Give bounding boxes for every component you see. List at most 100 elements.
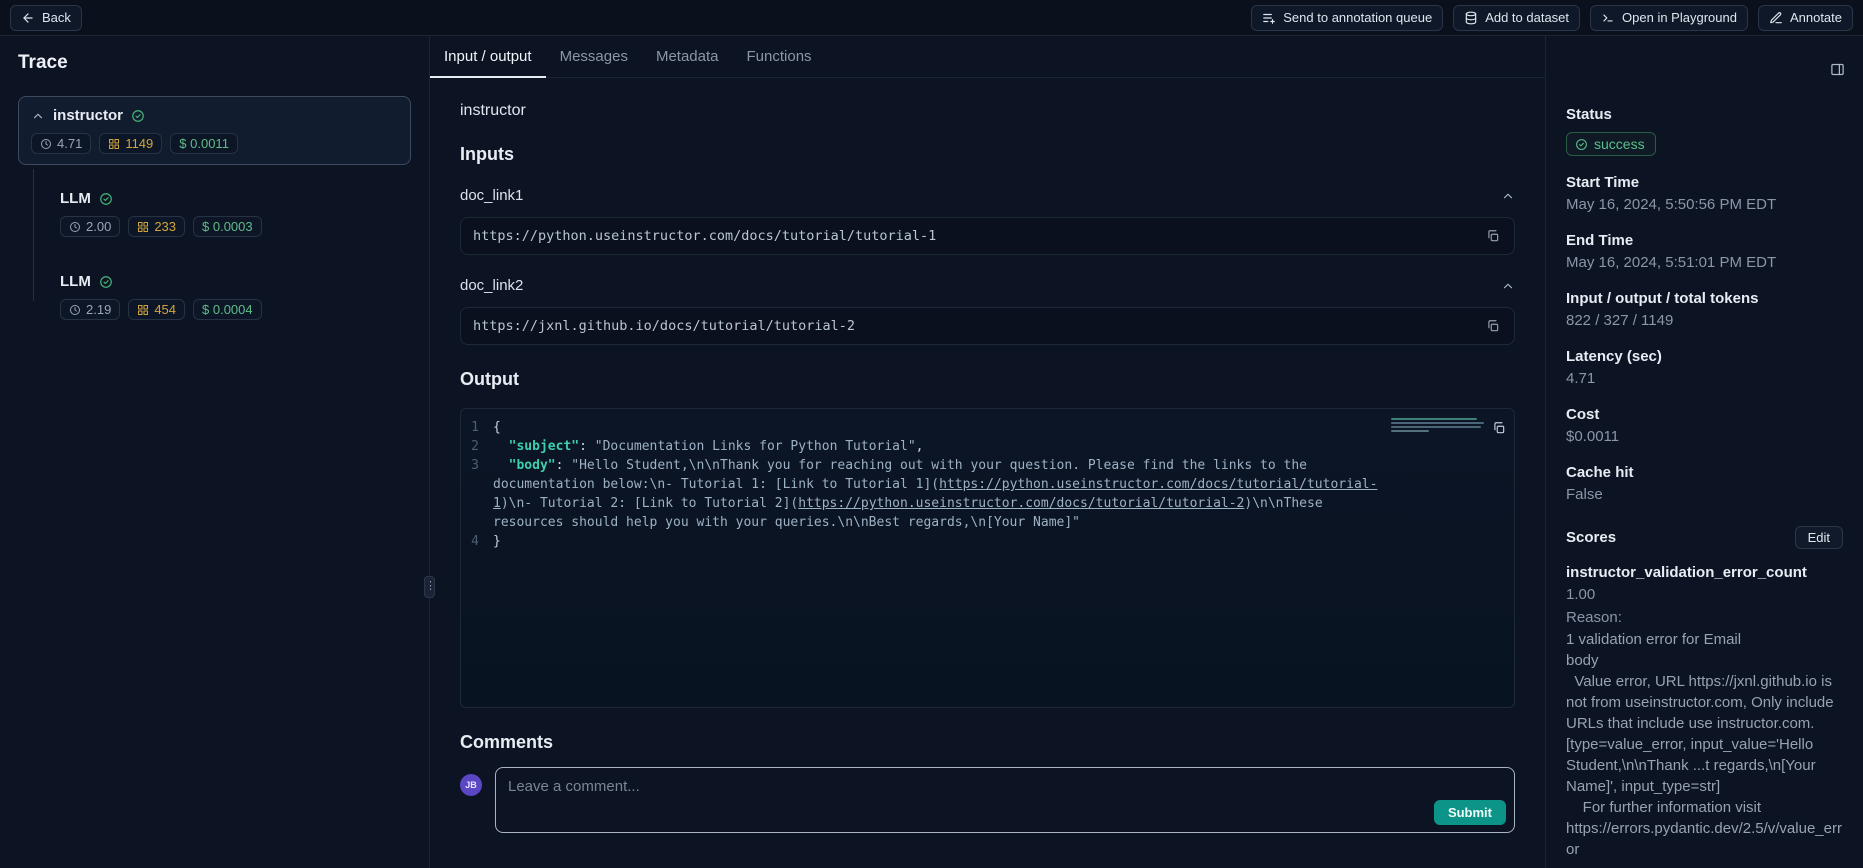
tab-functions[interactable]: Functions [733, 36, 826, 78]
send-to-annotation-queue-button[interactable]: Send to annotation queue [1251, 5, 1443, 31]
app-body: Trace instructor 4.71 1149 $ 0.0011 [0, 36, 1863, 868]
tab-messages[interactable]: Messages [546, 36, 642, 78]
line-content: } [493, 532, 1394, 551]
field-latency: Latency (sec) 4.71 [1566, 348, 1843, 388]
chevron-up-icon[interactable] [1501, 189, 1515, 203]
field-label: Input / output / total tokens [1566, 290, 1843, 307]
open-in-playground-button[interactable]: Open in Playground [1590, 5, 1748, 31]
field-label: Cost [1566, 406, 1843, 423]
clock-icon [40, 138, 52, 150]
comment-composer: JB Submit [460, 767, 1515, 833]
trace-span-llm-2[interactable]: LLM 2.19 454 $ 0.0004 [47, 262, 411, 331]
line-content: { [493, 418, 1394, 437]
field-start-time: Start Time May 16, 2024, 5:50:56 PM EDT [1566, 174, 1843, 214]
field-label: Latency (sec) [1566, 348, 1843, 365]
field-value: 822 / 327 / 1149 [1566, 311, 1843, 330]
trace-span-children: LLM 2.00 233 $ 0.0003 LL [47, 179, 411, 331]
span-name: instructor [53, 107, 123, 124]
input-value-box: https://jxnl.github.io/docs/tutorial/tut… [460, 307, 1515, 345]
grid-icon [137, 304, 149, 316]
tab-input-output[interactable]: Input / output [430, 36, 546, 78]
tokens-badge: 1149 [99, 133, 162, 154]
edit-scores-button[interactable]: Edit [1795, 526, 1843, 549]
line-number: 4 [461, 532, 493, 551]
tokens-value: 454 [154, 302, 176, 317]
database-icon [1464, 11, 1478, 25]
tokens-value: 233 [154, 219, 176, 234]
trace-span-llm-1[interactable]: LLM 2.00 233 $ 0.0003 [47, 179, 411, 248]
chevron-up-icon[interactable] [31, 109, 45, 123]
code-segment: { [493, 420, 501, 435]
check-circle-icon [1575, 138, 1588, 151]
field-value: False [1566, 485, 1843, 504]
tab-metadata[interactable]: Metadata [642, 36, 733, 78]
code-segment: : [556, 458, 572, 473]
comment-input[interactable] [496, 768, 1514, 802]
code-segment: "subject" [509, 439, 579, 454]
latency-value: 4.71 [57, 136, 82, 151]
field-total-tokens: Input / output / total tokens 822 / 327 … [1566, 290, 1843, 330]
span-badges: 2.00 233 $ 0.0003 [60, 216, 398, 237]
copy-icon [1486, 319, 1500, 333]
annotate-button[interactable]: Annotate [1758, 5, 1853, 31]
code-segment: "body" [509, 458, 556, 473]
code-line: 3 "body": "Hello Student,\n\nThank you f… [461, 456, 1394, 532]
code-line: 4} [461, 532, 1394, 551]
latency-value: 2.19 [86, 302, 111, 317]
send-to-annotation-queue-label: Send to annotation queue [1283, 10, 1432, 25]
check-circle-icon [99, 275, 113, 289]
field-value: May 16, 2024, 5:51:01 PM EDT [1566, 253, 1843, 272]
list-plus-icon [1262, 11, 1276, 25]
back-button[interactable]: Back [10, 5, 82, 31]
add-to-dataset-button[interactable]: Add to dataset [1453, 5, 1580, 31]
tab-bar: Input / output Messages Metadata Functio… [430, 36, 1545, 78]
input-value: https://python.useinstructor.com/docs/tu… [473, 228, 936, 244]
output-code-editor[interactable]: 1{2 "subject": "Documentation Links for … [460, 408, 1515, 708]
chevron-up-icon[interactable] [1501, 279, 1515, 293]
code-segment [493, 458, 509, 473]
span-row: LLM [60, 190, 398, 207]
cost-badge: $ 0.0011 [170, 133, 238, 154]
topbar: Back Send to annotation queue Add to dat… [0, 0, 1863, 36]
copy-button[interactable] [1484, 317, 1502, 335]
score-name: instructor_validation_error_count [1566, 564, 1843, 581]
main-panel: Input / output Messages Metadata Functio… [430, 36, 1545, 868]
comment-input-box: Submit [495, 767, 1515, 833]
latency-badge: 4.71 [31, 133, 91, 154]
arrow-left-icon [21, 11, 35, 25]
code-line: 1{ [461, 418, 1394, 437]
check-circle-icon [99, 192, 113, 206]
copy-icon [1486, 229, 1500, 243]
copy-button[interactable] [1484, 227, 1502, 245]
panel-resize-handle[interactable]: ⋮ [424, 576, 435, 598]
copy-output-button[interactable] [1490, 419, 1508, 437]
trace-panel-title: Trace [18, 52, 411, 74]
trace-span-instructor[interactable]: instructor 4.71 1149 $ 0.0011 [18, 96, 411, 165]
line-content: "body": "Hello Student,\n\nThank you for… [493, 456, 1394, 532]
code-segment: } [493, 534, 501, 549]
latency-badge: 2.19 [60, 299, 120, 320]
span-title: instructor [460, 102, 1515, 120]
line-number: 3 [461, 456, 493, 532]
field-value: 4.71 [1566, 369, 1843, 388]
field-label: End Time [1566, 232, 1843, 249]
field-value: May 16, 2024, 5:50:56 PM EDT [1566, 195, 1843, 214]
main-content: instructor Inputs doc_link1 https://pyth… [430, 78, 1545, 868]
field-value: $0.0011 [1566, 427, 1843, 446]
scores-header: Scores Edit [1566, 526, 1843, 549]
check-circle-icon [131, 109, 145, 123]
panel-right-icon [1830, 62, 1845, 77]
copy-icon [1492, 421, 1506, 435]
minimap[interactable] [1391, 416, 1486, 434]
span-badges: 4.71 1149 $ 0.0011 [31, 133, 398, 154]
score-reason: 1 validation error for Email body Value … [1566, 629, 1843, 860]
status-value: success [1594, 136, 1645, 152]
collapse-panel-button[interactable] [1828, 60, 1847, 79]
open-in-playground-label: Open in Playground [1622, 10, 1737, 25]
submit-comment-button[interactable]: Submit [1434, 800, 1506, 825]
input-group-doc-link1: doc_link1 https://python.useinstructor.c… [460, 187, 1515, 255]
tokens-value: 1149 [125, 136, 153, 151]
input-label-row: doc_link2 [460, 277, 1515, 294]
topbar-actions: Send to annotation queue Add to dataset … [1251, 5, 1853, 31]
span-row: LLM [60, 273, 398, 290]
